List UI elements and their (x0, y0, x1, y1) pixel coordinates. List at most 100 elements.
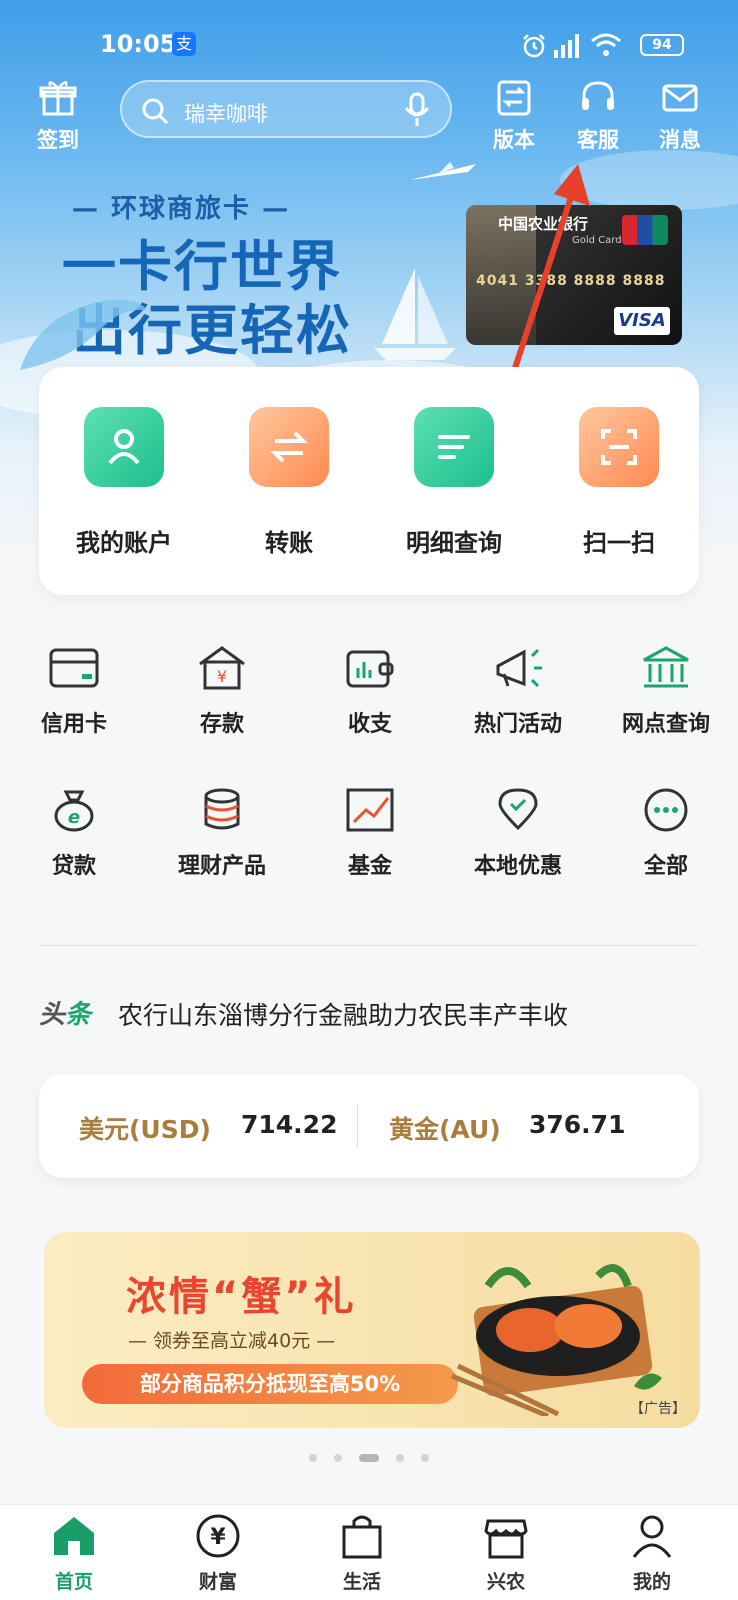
quick-action-label: 扫一扫 (583, 529, 655, 557)
bank-building-icon (643, 646, 689, 688)
carousel-dot[interactable] (396, 1453, 405, 1462)
gold-value: 376.71 (529, 1110, 626, 1139)
headline-tag-part2: 条 (65, 1000, 92, 1030)
scan-icon (579, 407, 659, 487)
svg-text:e: e (68, 807, 80, 828)
carousel-dot[interactable] (308, 1453, 317, 1462)
ad-offer-pill: 部分商品积分抵现至高50% (82, 1364, 458, 1404)
service-deposit[interactable]: ¥ 存款 (152, 644, 292, 738)
usd-value: 714.22 (241, 1110, 338, 1139)
statement-icon (414, 407, 494, 487)
service-loan[interactable]: e 贷款 (4, 786, 144, 880)
ad-label: 【广告】 (630, 1401, 686, 1417)
megaphone-icon (496, 648, 542, 688)
quick-action-label: 明细查询 (406, 529, 502, 557)
section-divider (39, 945, 699, 946)
customer-service-label: 客服 (577, 128, 619, 152)
wallet-icon (346, 650, 394, 688)
sailboat-icon (374, 268, 456, 360)
store-icon (484, 1519, 528, 1559)
battery-indicator: 94 (640, 34, 684, 56)
service-label: 理财产品 (177, 854, 266, 879)
service-local-deals[interactable]: 本地优惠 (448, 786, 588, 880)
yen-coin-icon: ¥ (196, 1514, 240, 1558)
service-income-expense[interactable]: 收支 (300, 644, 440, 738)
headline-tag-part1: 头 (39, 1000, 66, 1030)
banner-title: — 环球商旅卡 — (72, 194, 291, 224)
service-label: 全部 (643, 854, 688, 879)
wifi-icon (591, 33, 621, 56)
account-icon (84, 407, 164, 487)
carousel-dot[interactable] (333, 1453, 342, 1462)
ad-title: 浓情“蟹”礼 (126, 1274, 357, 1320)
quick-action-transfer[interactable]: 转账 (214, 407, 364, 558)
alarm-icon (523, 34, 545, 58)
checkin-label: 签到 (37, 128, 79, 152)
tab-me[interactable]: 我的 (602, 1513, 702, 1594)
carousel-dot[interactable] (421, 1453, 430, 1462)
unionpay-logo (622, 215, 668, 245)
user-icon (632, 1515, 672, 1558)
crab-plate-image (451, 1264, 662, 1416)
microphone-icon[interactable] (402, 92, 432, 128)
tab-label: 首页 (54, 1571, 93, 1593)
rates-divider (357, 1104, 358, 1148)
svg-text:¥: ¥ (217, 667, 227, 686)
money-bag-icon: e (54, 790, 94, 832)
tab-label: 我的 (632, 1571, 671, 1593)
gift-icon (39, 81, 77, 116)
search-input[interactable]: 瑞幸咖啡 (120, 80, 452, 138)
deposit-house-icon: ¥ (199, 646, 245, 690)
chart-trend-icon (346, 788, 394, 832)
location-pin-icon (498, 788, 538, 831)
tab-life[interactable]: 生活 (312, 1513, 412, 1594)
search-icon (142, 98, 169, 125)
headline-tag: 头条 (39, 994, 91, 1031)
bottom-tab-bar: 首页 ¥ 财富 生活 兴农 我的 (0, 1504, 738, 1600)
credit-card-icon (49, 648, 99, 688)
promo-ad-banner[interactable]: 浓情“蟹”礼 — 领券至高立减40元 — 部分商品积分抵现至高50% 【广告】 (44, 1232, 700, 1428)
headset-icon (582, 81, 614, 110)
version-button[interactable]: 版本 (484, 78, 544, 154)
service-wealth-products[interactable]: 理财产品 (152, 786, 292, 880)
checkin-button[interactable]: 签到 (28, 78, 88, 154)
exchange-rates-card[interactable]: 美元(USD) 714.22 黄金(AU) 376.71 (39, 1074, 699, 1178)
carousel-dot-active[interactable] (359, 1453, 379, 1462)
messages-button[interactable]: 消息 (650, 78, 710, 154)
quick-action-statement[interactable]: 明细查询 (379, 407, 529, 558)
service-label: 网点查询 (621, 712, 710, 737)
version-label: 版本 (493, 128, 535, 152)
status-bar: 10:05 支 94 (0, 26, 738, 66)
gold-label: 黄金(AU) (389, 1115, 501, 1144)
quick-action-my-account[interactable]: 我的账户 (49, 407, 199, 558)
alipay-icon: 支 (172, 32, 196, 56)
service-branch-finder[interactable]: 网点查询 (596, 644, 736, 738)
signal-icon (554, 34, 579, 58)
service-fund[interactable]: 基金 (300, 786, 440, 880)
service-label: 本地优惠 (473, 854, 562, 879)
messages-label: 消息 (659, 128, 701, 152)
ad-subtitle: — 领券至高立减40元 — (128, 1330, 336, 1352)
customer-service-button[interactable]: 客服 (568, 78, 628, 154)
tab-rural[interactable]: 兴农 (456, 1513, 556, 1594)
carousel-indicator (0, 1447, 738, 1466)
tab-label: 财富 (198, 1571, 237, 1593)
service-all[interactable]: 全部 (596, 786, 736, 880)
service-credit-card[interactable]: 信用卡 (4, 644, 144, 738)
quick-action-label: 转账 (265, 529, 313, 557)
more-icon (644, 788, 688, 832)
service-label: 信用卡 (40, 712, 107, 737)
quick-action-scan[interactable]: 扫一扫 (544, 407, 694, 558)
airplane-icon (410, 162, 476, 180)
envelope-icon (662, 84, 698, 112)
service-hot-events[interactable]: 热门活动 (448, 644, 588, 738)
tab-label: 生活 (342, 1571, 381, 1593)
home-icon (54, 1517, 94, 1555)
headline-news-text[interactable]: 农行山东淄博分行金融助力农民丰产丰收 (118, 996, 568, 1032)
version-icon (497, 80, 531, 116)
search-placeholder: 瑞幸咖啡 (184, 102, 268, 126)
tab-label: 兴农 (486, 1571, 525, 1593)
tab-wealth[interactable]: ¥ 财富 (168, 1513, 268, 1594)
status-time: 10:05 (100, 30, 177, 58)
tab-home[interactable]: 首页 (24, 1513, 124, 1594)
